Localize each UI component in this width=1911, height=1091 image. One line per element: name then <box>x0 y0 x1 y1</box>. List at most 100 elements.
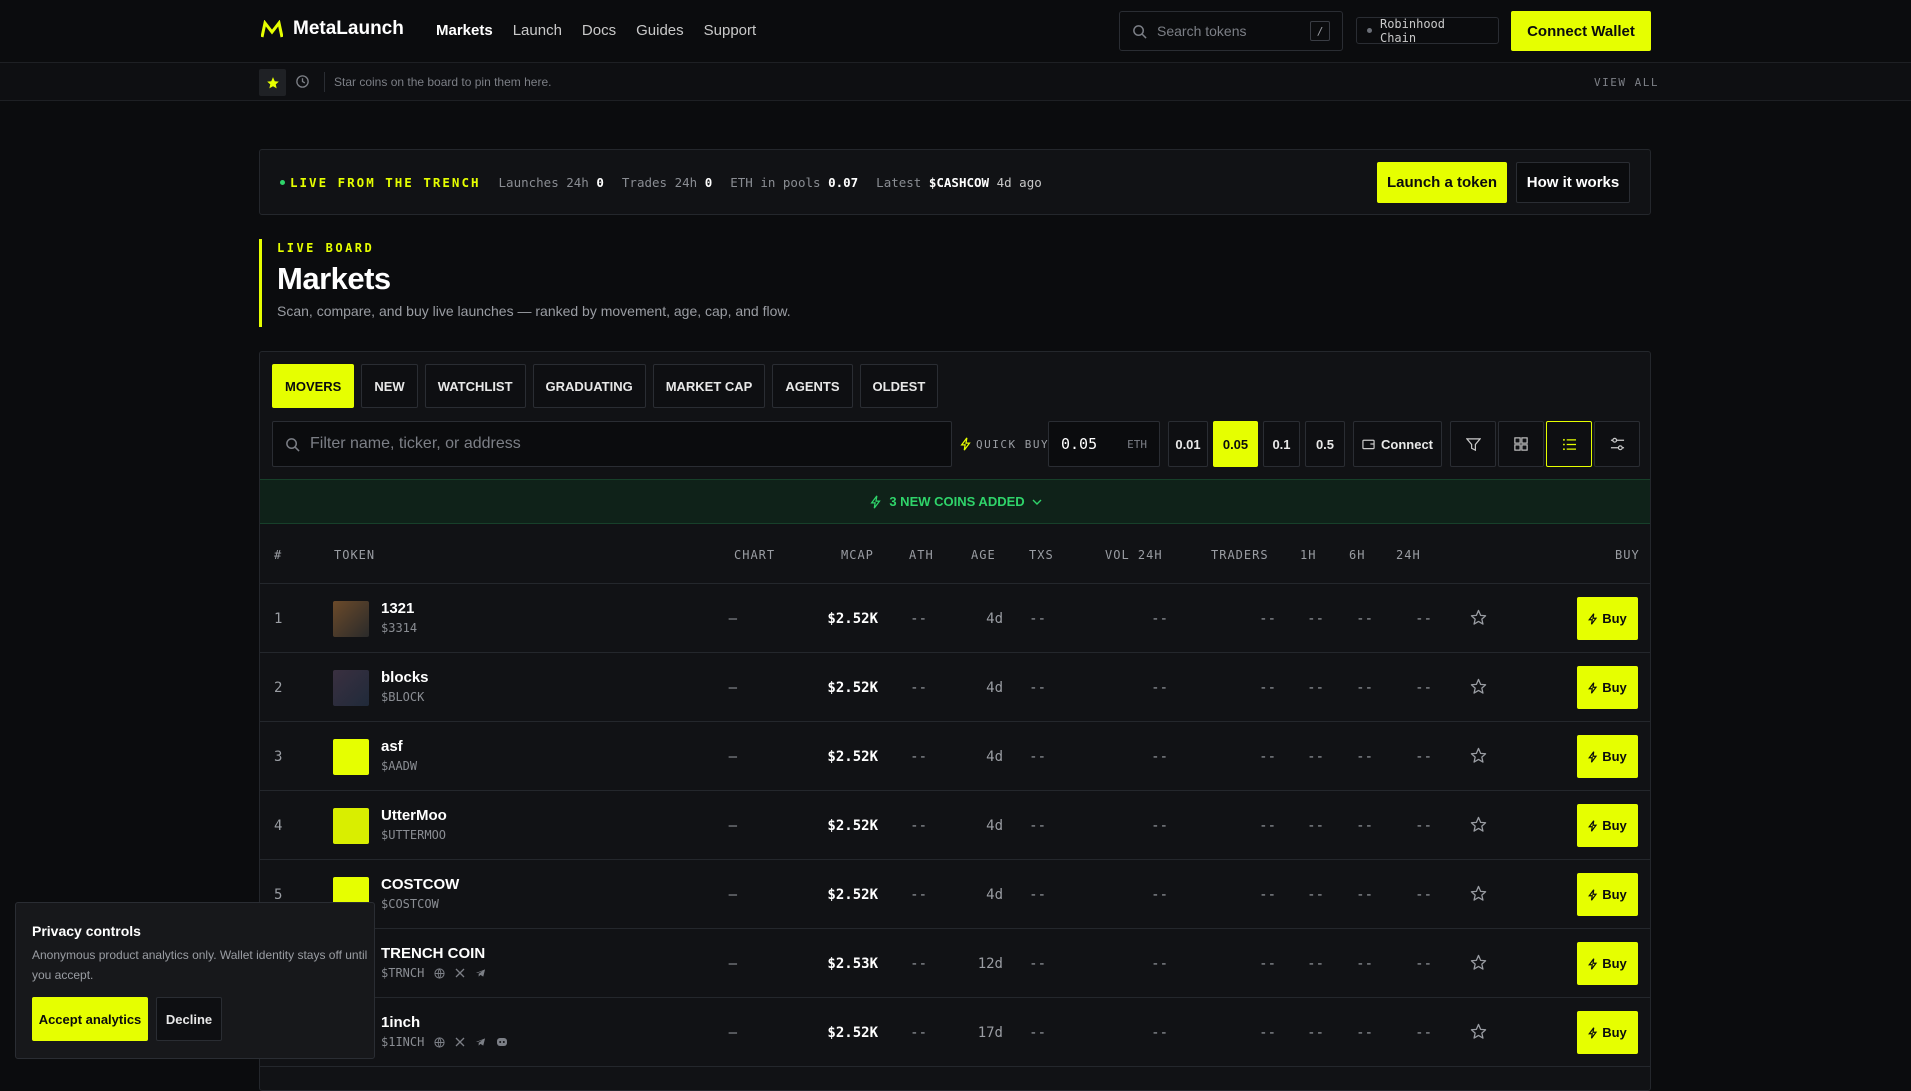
table-row[interactable]: 1 1321 $3314 — $2.52K -- 4d -- -- -- -- -- -- Buy <box>260 584 1650 653</box>
token-name[interactable]: TRENCH COIN <box>381 945 485 962</box>
star-icon[interactable] <box>1470 609 1487 626</box>
table-row[interactable]: 5 COSTCOW $COSTCOW — $2.52K -- 4d -- -- -- -- -- -- B… <box>260 860 1650 929</box>
amount-preset-0-5[interactable]: 0.5 <box>1305 421 1345 467</box>
tab-oldest[interactable]: OLDEST <box>859 364 939 408</box>
web-icon[interactable] <box>434 1036 445 1048</box>
wallet-icon <box>1362 439 1375 450</box>
token-name[interactable]: 1321 <box>381 600 414 617</box>
col-6h[interactable]: 6H <box>1349 548 1365 562</box>
col-txs[interactable]: TXS <box>1029 548 1054 562</box>
col-age[interactable]: AGE <box>971 548 996 562</box>
token-ticker-line: $BLOCK <box>381 690 424 704</box>
accept-analytics-button[interactable]: Accept analytics <box>32 997 148 1041</box>
token-name[interactable]: COSTCOW <box>381 876 459 893</box>
latest-token[interactable]: $CASHCOW <box>929 175 989 190</box>
nav-link-support[interactable]: Support <box>704 22 757 39</box>
live-ticker: LIVE FROM THE TRENCH Launches 24h 0 Trad… <box>259 149 1651 215</box>
row-index: 1 <box>274 611 283 627</box>
table-row[interactable]: 71inch$1INCH—$2.52K--17d------------Buy <box>260 998 1650 1067</box>
tab-movers[interactable]: MOVERS <box>272 364 355 408</box>
buy-button[interactable]: Buy <box>1577 666 1638 709</box>
x-icon[interactable] <box>455 968 465 978</box>
buy-button[interactable]: Buy <box>1577 597 1638 640</box>
token-name[interactable]: blocks <box>381 669 429 686</box>
amount-preset-0-01[interactable]: 0.01 <box>1168 421 1208 467</box>
quick-buy-amount-input[interactable]: 0.05 ETH <box>1048 421 1160 467</box>
telegram-icon[interactable] <box>475 968 486 978</box>
pinned-tab-button[interactable] <box>259 69 286 96</box>
amount-preset-0-05[interactable]: 0.05 <box>1213 421 1258 467</box>
tab-new[interactable]: NEW <box>361 364 418 408</box>
cell-vol: -- <box>1151 1025 1168 1041</box>
nav-link-launch[interactable]: Launch <box>513 22 562 39</box>
cell-chart: — <box>728 749 737 765</box>
col-1h[interactable]: 1H <box>1300 548 1316 562</box>
buy-button[interactable]: Buy <box>1577 1011 1638 1054</box>
buy-button[interactable]: Buy <box>1577 804 1638 847</box>
col-mcap[interactable]: MCAP <box>841 548 874 562</box>
col-vol[interactable]: VOL 24H <box>1105 548 1163 562</box>
table-row[interactable]: 6TRENCH COIN$TRNCH—$2.53K--12d----------… <box>260 929 1650 998</box>
how-it-works-button[interactable]: How it works <box>1516 162 1630 203</box>
filter-button[interactable] <box>1450 421 1496 467</box>
decline-button[interactable]: Decline <box>156 997 222 1041</box>
token-name[interactable]: UtterMoo <box>381 807 447 824</box>
chain-selector[interactable]: Robinhood Chain <box>1356 17 1499 45</box>
history-icon[interactable] <box>295 74 310 89</box>
col-token[interactable]: TOKEN <box>334 548 375 562</box>
discord-icon[interactable] <box>496 1037 508 1047</box>
col-chart: CHART <box>734 548 776 562</box>
x-icon[interactable] <box>455 1037 465 1047</box>
star-icon[interactable] <box>1470 747 1487 764</box>
star-icon[interactable] <box>1470 1023 1487 1040</box>
pin-bar: Star coins on the board to pin them here… <box>0 63 1911 101</box>
buy-label: Buy <box>1602 749 1627 764</box>
list-view-button[interactable] <box>1546 421 1592 467</box>
buy-button[interactable]: Buy <box>1577 942 1638 985</box>
view-all-link[interactable]: VIEW ALL <box>1594 76 1659 89</box>
cell-mcap: $2.53K <box>827 956 878 972</box>
nav-link-markets[interactable]: Markets <box>436 22 493 39</box>
connect-button[interactable]: Connect <box>1353 421 1442 467</box>
filter-input[interactable]: Filter name, ticker, or address <box>272 421 952 467</box>
nav-link-docs[interactable]: Docs <box>582 22 616 39</box>
buy-button[interactable]: Buy <box>1577 873 1638 916</box>
tab-watchlist[interactable]: WATCHLIST <box>424 364 526 408</box>
cell-age: 4d <box>986 749 1003 765</box>
table-row[interactable]: 2 blocks $BLOCK — $2.52K -- 4d -- -- -- -- -- -- Buy <box>260 653 1650 722</box>
cell-mcap: $2.52K <box>827 611 878 627</box>
settings-button[interactable] <box>1594 421 1640 467</box>
tab-agents[interactable]: AGENTS <box>772 364 853 408</box>
page-heading: LIVE BOARD Markets Scan, compare, and bu… <box>259 239 791 327</box>
cell-ath: -- <box>910 749 927 765</box>
star-icon[interactable] <box>1470 816 1487 833</box>
connect-wallet-button[interactable]: Connect Wallet <box>1511 11 1651 51</box>
tab-market-cap[interactable]: MARKET CAP <box>652 364 766 408</box>
launch-token-button[interactable]: Launch a token <box>1377 162 1507 203</box>
search-input[interactable]: Search tokens / <box>1119 11 1343 51</box>
col-24h[interactable]: 24H <box>1396 548 1421 562</box>
logo[interactable]: MetaLaunch <box>261 18 404 40</box>
nav-link-guides[interactable]: Guides <box>636 22 684 39</box>
star-icon[interactable] <box>1470 885 1487 902</box>
live-dot <box>280 180 285 185</box>
new-coins-banner[interactable]: 3 NEW COINS ADDED <box>260 479 1650 524</box>
buy-button[interactable]: Buy <box>1577 735 1638 778</box>
token-ticker-line: $1INCH <box>381 1035 508 1049</box>
token-name[interactable]: asf <box>381 738 403 755</box>
table-row[interactable]: 4 UtterMoo $UTTERMOO — $2.52K -- 4d -- -- -- -- -- -… <box>260 791 1650 860</box>
table-row[interactable]: 3 asf $AADW — $2.52K -- 4d -- -- -- -- -- -- Buy <box>260 722 1650 791</box>
grid-view-button[interactable] <box>1498 421 1544 467</box>
market-tabs: MOVERS NEW WATCHLIST GRADUATING MARKET C… <box>272 364 939 408</box>
web-icon[interactable] <box>434 967 445 979</box>
token-name[interactable]: 1inch <box>381 1014 420 1031</box>
amount-preset-0-1[interactable]: 0.1 <box>1263 421 1300 467</box>
telegram-icon[interactable] <box>475 1037 486 1047</box>
col-traders[interactable]: TRADERS <box>1211 548 1269 562</box>
star-icon[interactable] <box>1470 954 1487 971</box>
metalaunch-logo-icon <box>261 20 283 38</box>
star-icon[interactable] <box>1470 678 1487 695</box>
col-ath[interactable]: ATH <box>909 548 934 562</box>
cell-chart: — <box>728 1025 737 1041</box>
tab-graduating[interactable]: GRADUATING <box>532 364 646 408</box>
